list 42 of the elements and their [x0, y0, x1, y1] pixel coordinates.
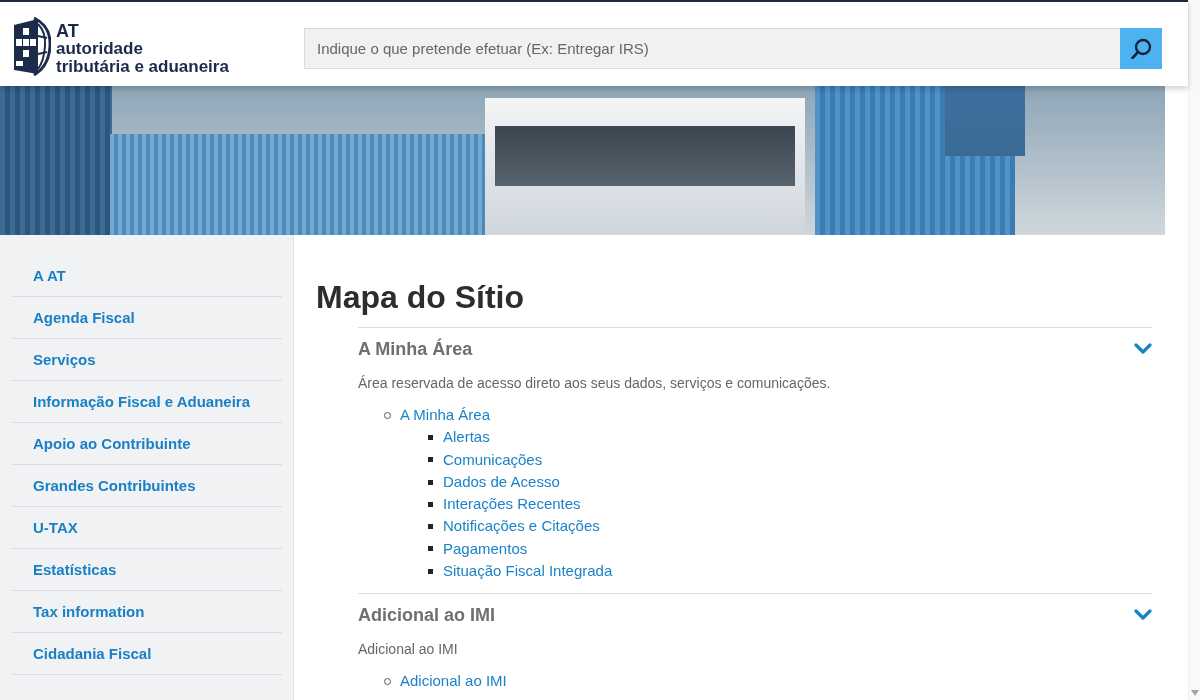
sidebar-link[interactable]: A AT	[12, 255, 282, 297]
sidebar-link[interactable]: Informação Fiscal e Aduaneira	[12, 381, 282, 423]
page-title: Mapa do Sítio	[316, 278, 525, 316]
sidebar-link[interactable]: Grandes Contribuintes	[12, 465, 282, 507]
square-bullet-icon	[428, 434, 433, 440]
chevron-down-icon[interactable]	[1134, 343, 1152, 355]
sitemap-link[interactable]: Comunicações	[443, 448, 543, 471]
sitemap-link[interactable]: Situação Fiscal Integrada	[443, 560, 613, 583]
square-bullet-icon	[428, 501, 433, 507]
logo-name-line: tributária e aduaneira	[56, 58, 229, 76]
square-bullet-icon	[428, 479, 433, 485]
sitemap-link[interactable]: A Minha Área	[400, 404, 491, 427]
square-bullet-icon	[428, 546, 433, 552]
sidebar-link[interactable]: Serviços	[12, 339, 282, 381]
section-description: Área reservada de acesso direto aos seus dados, serviços e comunicações.	[358, 374, 832, 393]
sitemap-link[interactable]: Alertas	[443, 426, 490, 449]
sidebar-link[interactable]: Apoio ao Contribuinte	[12, 423, 282, 465]
section-description: Adicional ao IMI	[358, 640, 459, 660]
scrollbar[interactable]	[1188, 0, 1200, 700]
search-button[interactable]	[1120, 28, 1162, 69]
logo-abbreviation: AT	[56, 22, 80, 40]
sitemap-link[interactable]: Notificações e Citações	[443, 515, 600, 538]
section-heading: Adicional ao IMI	[358, 604, 495, 628]
sitemap-link[interactable]: Pagamentos	[443, 537, 528, 561]
square-bullet-icon	[428, 457, 433, 463]
square-bullet-icon	[428, 568, 433, 574]
sitemap-link[interactable]: Dados de Acesso	[443, 470, 560, 494]
logo-name-line: autoridade	[56, 40, 144, 58]
chevron-down-icon[interactable]	[1134, 609, 1152, 622]
section-heading: A Minha Área	[358, 337, 473, 361]
sidebar-link[interactable]: Cidadania Fiscal	[12, 633, 282, 675]
sidebar-link[interactable]: Agenda Fiscal	[12, 297, 282, 339]
shield-emblem-icon	[14, 16, 51, 76]
scroll-down-arrow-icon[interactable]	[1190, 690, 1199, 696]
search-field[interactable]: Indique o que pretende efetuar (Ex: Entregar IRS)	[304, 28, 1120, 69]
sidebar-link[interactable]: Estatísticas	[12, 549, 282, 591]
sitemap-link[interactable]: Adicional ao IMI	[400, 670, 507, 693]
sidebar-link[interactable]: Tax information	[12, 591, 282, 633]
sidebar-link[interactable]: U-TAX	[12, 507, 282, 549]
sitemap-link[interactable]: Interações Recentes	[443, 493, 581, 516]
square-bullet-icon	[428, 524, 433, 530]
search-icon	[1130, 38, 1152, 59]
